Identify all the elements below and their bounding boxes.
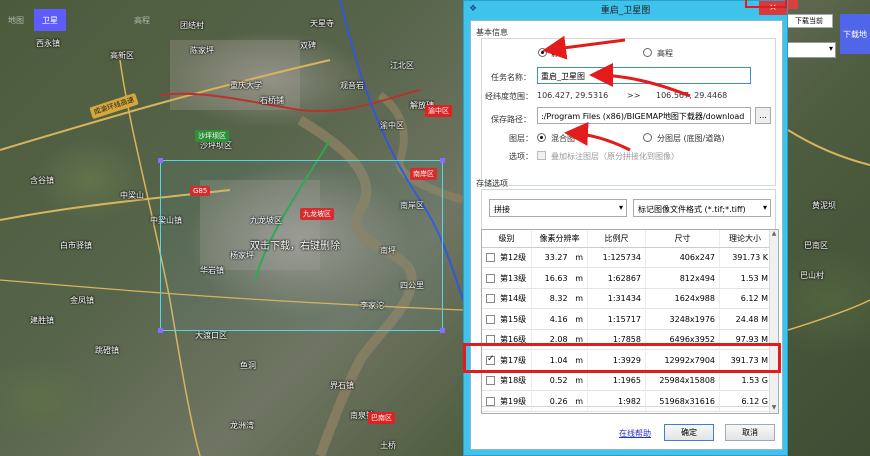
annotation-arrows	[542, 35, 691, 152]
